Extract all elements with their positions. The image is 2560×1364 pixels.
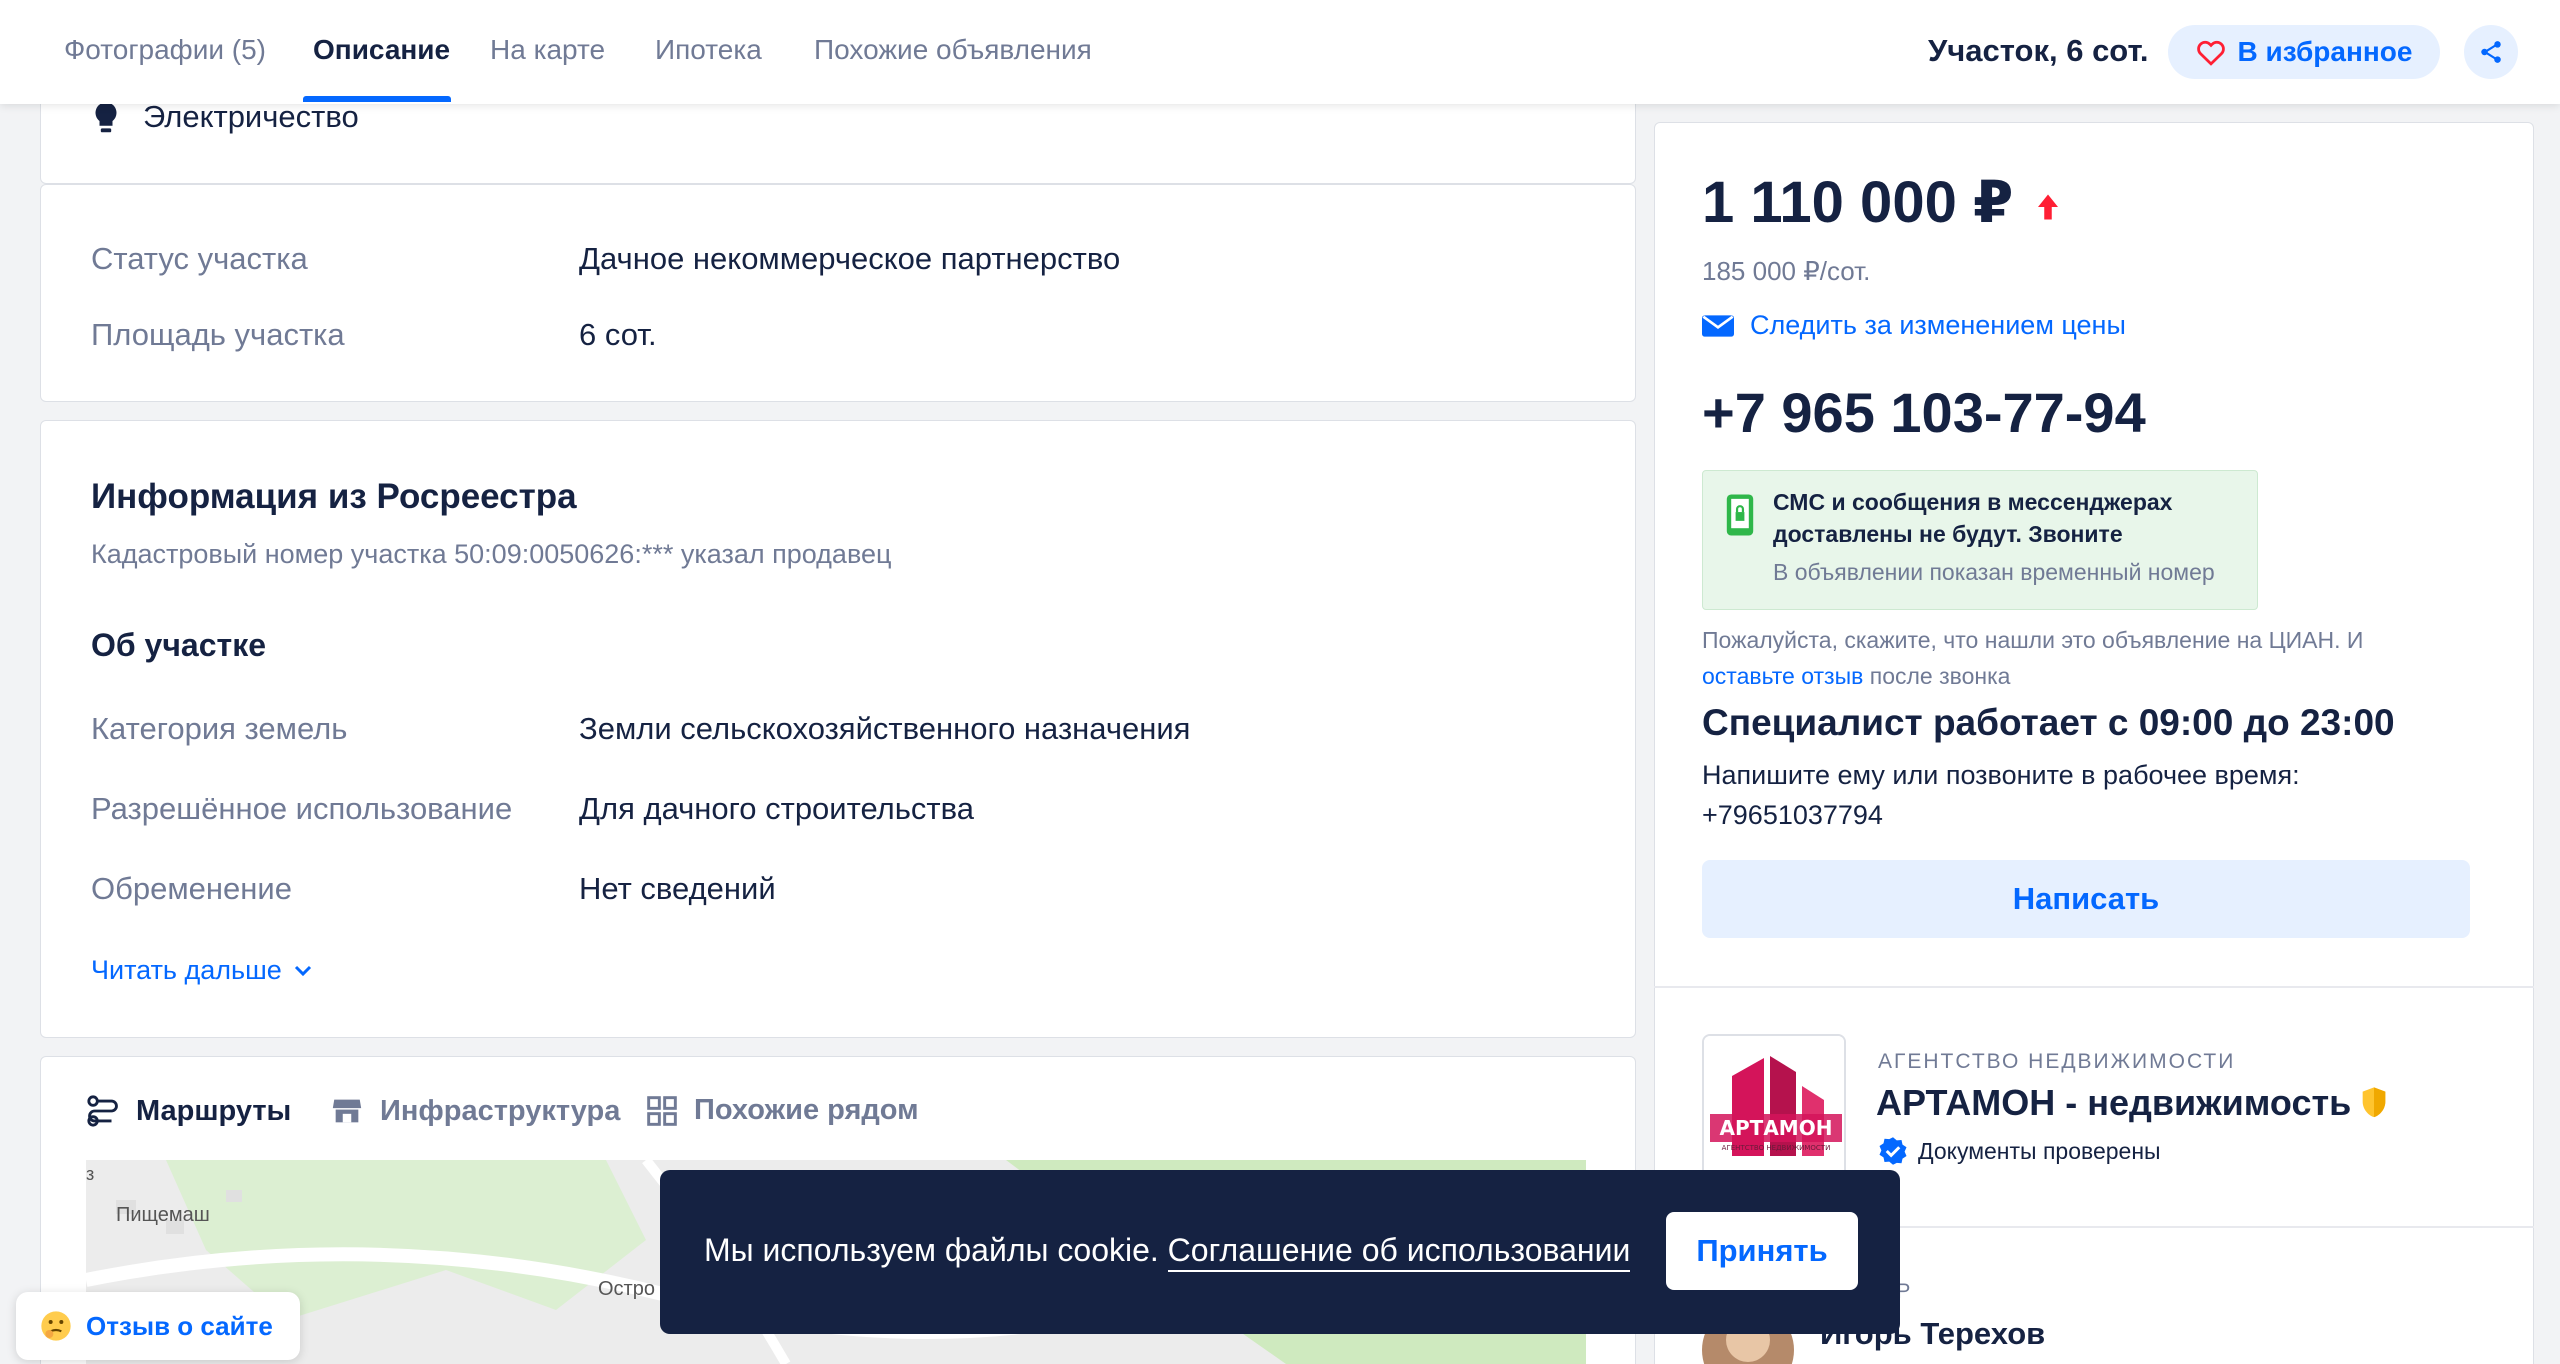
track-price-label: Следить за изменением цены bbox=[1750, 310, 2126, 340]
temporary-number-notice: СМС и сообщения в мессенджерах доставлен… bbox=[1702, 470, 2258, 610]
active-tab-indicator bbox=[303, 96, 451, 102]
tab-description[interactable]: Описание bbox=[313, 34, 450, 66]
cookie-message: Мы используем файлы cookie. bbox=[704, 1232, 1159, 1268]
cadastral-number: Кадастровый номер участка 50:09:0050626:… bbox=[91, 539, 892, 569]
plot-area-value: 6 сот. bbox=[579, 317, 657, 352]
cian-text-2: после звонка bbox=[1863, 663, 2011, 689]
permitted-use-label: Разрешённое использование bbox=[91, 791, 513, 826]
rosreestr-card: Информация из Росреестра Кадастровый ном… bbox=[40, 420, 1636, 1038]
share-icon bbox=[2481, 41, 2501, 63]
mail-icon bbox=[1702, 314, 1734, 337]
agency-logo-subtext: АГЕНТСТВО НЕДВИЖИМОСТИ bbox=[1722, 1144, 1831, 1152]
heart-icon bbox=[2196, 41, 2225, 66]
top-navigation: Фотографии (5) Описание На карте Ипотека… bbox=[0, 0, 2560, 104]
phone-lock-icon bbox=[1726, 494, 1754, 536]
documents-verified-label: Документы проверены bbox=[1918, 1137, 2161, 1164]
share-button[interactable] bbox=[2464, 25, 2518, 79]
cookie-text: Мы используем файлы cookie. Соглашение о… bbox=[704, 1232, 1631, 1272]
agency-logo[interactable]: АРТАМОН АГЕНТСТВО НЕДВИЖИМОСТИ bbox=[1702, 1034, 1846, 1178]
cian-feedback-text: Пожалуйста, скажите, что нашли это объяв… bbox=[1702, 622, 2482, 694]
notice-line-1: СМС и сообщения в мессенджерах bbox=[1773, 489, 2173, 515]
land-category-value: Земли сельскохозяйственного назначения bbox=[579, 711, 1191, 746]
plot-area-label: Площадь участка bbox=[91, 317, 345, 352]
price-value: 1 110 000 ₽ bbox=[1702, 170, 2014, 235]
agency-name-row[interactable]: АРТАМОН - недвижимость bbox=[1876, 1082, 2389, 1124]
agency-logo-text: АРТАМОН bbox=[1720, 1116, 1833, 1140]
price: 1 110 000 ₽ bbox=[1702, 168, 2061, 236]
store-icon bbox=[332, 1099, 362, 1123]
phone-number[interactable]: +7 965 103-77-94 bbox=[1702, 380, 2146, 445]
price-up-icon bbox=[2038, 194, 2059, 220]
map-label-edge: з bbox=[86, 1164, 95, 1184]
working-hours-text-1: Напишите ему или позвоните в рабочее вре… bbox=[1702, 760, 2300, 790]
tab-similar-nearby[interactable]: Похожие рядом bbox=[646, 1094, 919, 1127]
tab-similar[interactable]: Похожие объявления bbox=[814, 34, 1092, 66]
working-hours-text-2: +79651037794 bbox=[1702, 800, 1883, 830]
utility-electricity: Электричество bbox=[143, 99, 359, 134]
divider-agency bbox=[1654, 986, 2534, 988]
documents-verified: Документы проверены bbox=[1878, 1136, 2161, 1166]
encumbrance-label: Обременение bbox=[91, 871, 292, 906]
notice-line-2: доставлены не будут. Звоните bbox=[1773, 521, 2123, 547]
shield-badge-icon bbox=[2362, 1087, 2386, 1118]
tab-routes[interactable]: Маршруты bbox=[86, 1094, 291, 1128]
tab-infrastructure[interactable]: Инфраструктура bbox=[330, 1094, 620, 1128]
plot-status-value: Дачное некоммерческое партнерство bbox=[579, 241, 1121, 276]
verified-check-icon bbox=[1879, 1137, 1907, 1165]
permitted-use-value: Для дачного строительства bbox=[579, 791, 974, 826]
notice-line-3: В объявлении показан временный номер bbox=[1773, 559, 2215, 585]
cookie-agreement-link[interactable]: Соглашение об использовании bbox=[1167, 1232, 1631, 1272]
plot-status-label: Статус участка bbox=[91, 241, 308, 276]
read-more-label: Читать дальше bbox=[91, 955, 282, 985]
favorite-label: В избранное bbox=[2237, 36, 2413, 67]
chevron-down-icon bbox=[294, 965, 311, 976]
working-hours-title: Специалист работает с 09:00 до 23:00 bbox=[1702, 702, 2395, 743]
leave-review-link[interactable]: оставьте отзыв bbox=[1702, 663, 1863, 689]
site-feedback-label: Отзыв о сайте bbox=[86, 1310, 273, 1341]
tab-infrastructure-label: Инфраструктура bbox=[380, 1094, 621, 1127]
routes-icon bbox=[87, 1095, 118, 1127]
about-plot-title: Об участке bbox=[91, 627, 266, 663]
agency-logo-image: АРТАМОН АГЕНТСТВО НЕДВИЖИМОСТИ bbox=[1704, 1036, 1844, 1176]
thinking-face-icon bbox=[41, 1311, 71, 1341]
plot-details-card: Статус участка Дачное некоммерческое пар… bbox=[40, 184, 1636, 402]
map-label-ostro: Остро bbox=[598, 1278, 655, 1300]
price-per-sotka: 185 000 ₽/сот. bbox=[1702, 256, 1871, 286]
lightbulb-icon bbox=[95, 102, 117, 133]
accept-cookies-button[interactable]: Принять bbox=[1666, 1212, 1858, 1290]
favorite-button[interactable]: В избранное bbox=[2168, 25, 2440, 79]
site-feedback-button[interactable]: Отзыв о сайте bbox=[16, 1292, 300, 1360]
tab-map[interactable]: На карте bbox=[490, 34, 605, 66]
track-price-link[interactable]: Следить за изменением цены bbox=[1702, 310, 2126, 341]
agency-type: АГЕНТСТВО НЕДВИЖИМОСТИ bbox=[1878, 1050, 2236, 1073]
tab-mortgage[interactable]: Ипотека bbox=[655, 34, 762, 66]
map-label-pishchemash: Пищемаш bbox=[116, 1204, 210, 1226]
read-more-link[interactable]: Читать дальше bbox=[91, 955, 312, 986]
tab-photos[interactable]: Фотографии (5) bbox=[64, 34, 266, 66]
land-category-label: Категория земель bbox=[91, 711, 348, 746]
encumbrance-value: Нет сведений bbox=[579, 871, 776, 906]
agency-name: АРТАМОН - недвижимость bbox=[1876, 1082, 2352, 1123]
listing-title: Участок, 6 сот. bbox=[1928, 33, 2149, 68]
cian-text-1: Пожалуйста, скажите, что нашли это объяв… bbox=[1702, 627, 2364, 653]
cookie-banner: Мы используем файлы cookie. Соглашение о… bbox=[660, 1170, 1900, 1334]
tab-similar-nearby-label: Похожие рядом bbox=[694, 1094, 919, 1126]
grid-icon bbox=[647, 1095, 677, 1126]
tab-routes-label: Маршруты bbox=[136, 1094, 292, 1127]
write-message-button[interactable]: Написать bbox=[1702, 860, 2470, 938]
rosreestr-title: Информация из Росреестра bbox=[91, 477, 577, 516]
